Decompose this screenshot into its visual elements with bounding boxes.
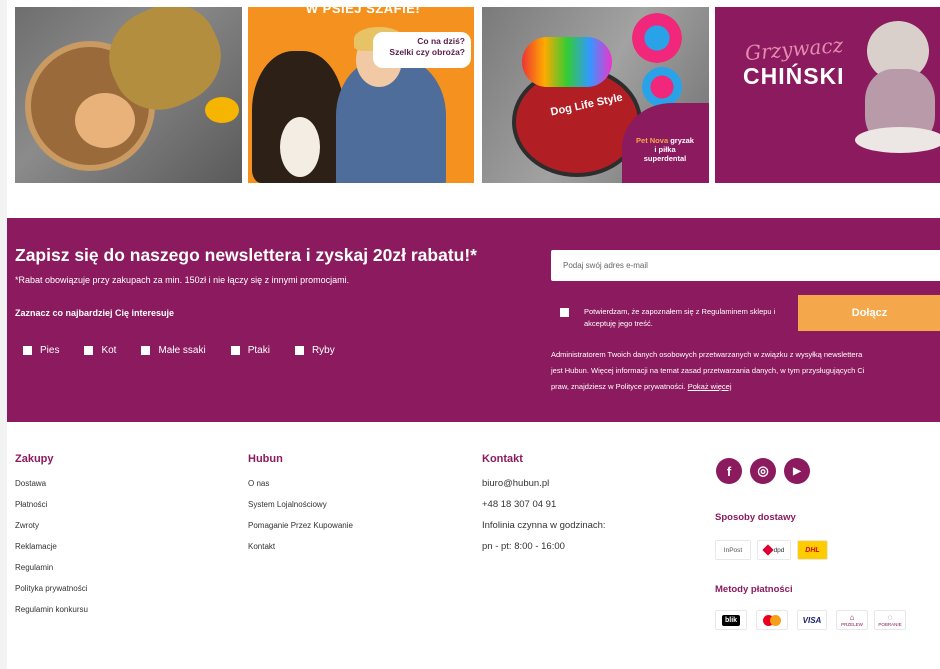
cod-icon: ◌	[887, 613, 893, 622]
promo-text-2: i piłka	[654, 145, 676, 154]
dhl-logo: DHL	[797, 540, 828, 560]
option-kot[interactable]: Kot	[84, 345, 116, 356]
breed-title: CHIŃSKI	[743, 63, 845, 89]
youtube-icon[interactable]: ▶	[784, 458, 810, 484]
newsletter-title: Zapisz się do naszego newslettera i zysk…	[15, 245, 477, 265]
option-label: Ptaki	[247, 345, 270, 356]
consent-text: Potwierdzam, że zapoznałem się z Regulam…	[584, 307, 776, 328]
left-rail	[0, 0, 7, 669]
footer-link-platnosci[interactable]: Płatności	[15, 500, 47, 509]
bank-icon: ⌂	[849, 613, 855, 622]
hours-label: Infolinia czynna w godzinach:	[482, 520, 606, 531]
shipping-title: Sposoby dostawy	[715, 512, 796, 523]
dpd-cube-icon	[761, 544, 774, 556]
promo-highlight: Pet Nova	[636, 136, 669, 145]
checkbox-icon[interactable]	[23, 346, 32, 355]
breed-script-text: Grzywacz	[744, 32, 845, 66]
dental-toy-banner[interactable]: Dog Life Style Pet Nova gryzak i piłka s…	[482, 7, 709, 183]
option-label: Kot	[101, 345, 117, 356]
checkbox-icon[interactable]	[84, 346, 94, 355]
interest-label: Zaznacz co najbardziej Cię interesuje	[15, 308, 175, 318]
footer-link-regulamin[interactable]: Regulamin	[15, 563, 53, 572]
option-ptaki[interactable]: Ptaki	[230, 345, 270, 356]
hours-value: pn - pt: 8:00 - 16:00	[482, 541, 565, 552]
consent-checkbox[interactable]: Potwierdzam, że zapoznałem się z Regulam…	[560, 306, 790, 330]
mastercard-orange-icon	[770, 614, 781, 626]
small-ball-image	[642, 67, 682, 107]
footer-link-lojalnosc[interactable]: System Lojalnościowy	[248, 500, 327, 509]
visa-logo: VISA	[797, 610, 827, 630]
option-label: Małe ssaki	[158, 345, 206, 356]
dpd-logo: dpd	[757, 540, 791, 560]
instagram-icon[interactable]: ◎	[750, 458, 776, 484]
option-ryby[interactable]: Ryby	[294, 345, 335, 356]
privacy-line-3: praw, znajdziesz w Polityce prywatności.	[551, 382, 686, 391]
dpd-text: dpd	[773, 546, 785, 554]
facebook-icon[interactable]: f	[716, 458, 742, 484]
footer-kontakt-title: Kontakt	[482, 453, 523, 465]
breed-banner[interactable]: Grzywacz CHIŃSKI	[715, 7, 940, 183]
option-label: Pies	[40, 345, 60, 356]
option-male-ssaki[interactable]: Małe ssaki	[141, 345, 206, 356]
plush-face-image	[75, 93, 135, 148]
harness-banner[interactable]: W PSIEJ SZAFIE! Co na dziś? Szelki czy o…	[248, 7, 474, 183]
show-more-link[interactable]: Pokaż więcej	[688, 382, 732, 391]
dhl-text: DHL	[805, 546, 820, 554]
duck-beak-image	[205, 97, 239, 123]
ball-toy-image	[632, 13, 682, 63]
contact-email[interactable]: biuro@hubun.pl	[482, 478, 549, 489]
checkbox-icon[interactable]	[294, 346, 304, 355]
footer-link-reklamacje[interactable]: Reklamacje	[15, 542, 57, 551]
footer-hubun-title: Hubun	[248, 453, 283, 465]
inpost-logo: InPost	[715, 540, 751, 560]
bubble-line-2: Szelki czy obroża?	[389, 47, 465, 57]
rainbow-toy-image	[522, 37, 612, 87]
banner-heading: W PSIEJ SZAFIE!	[305, 7, 421, 16]
newsletter-note: *Rabat obowiązuje przy zakupach za min. …	[15, 275, 350, 285]
footer-link-konkurs[interactable]: Regulamin konkursu	[15, 605, 88, 614]
footer-link-o-nas[interactable]: O nas	[248, 479, 269, 488]
option-pies[interactable]: Pies	[23, 345, 59, 356]
toys-banner[interactable]	[15, 7, 242, 183]
transfer-logo: ⌂ PRZELEW	[836, 610, 868, 630]
checkbox-icon[interactable]	[230, 346, 240, 355]
newsletter-section: Zapisz się do naszego newslettera i zysk…	[7, 218, 940, 422]
footer-link-dostawa[interactable]: Dostawa	[15, 479, 46, 488]
footer-link-pomaganie[interactable]: Pomaganie Przez Kupowanie	[248, 521, 353, 530]
cod-logo: ◌ POBRANIE	[874, 610, 906, 630]
privacy-notice: Administratorem Twoich danych osobowych …	[551, 347, 940, 395]
contact-phone[interactable]: +48 18 307 04 91	[482, 499, 556, 510]
blik-logo: blik	[715, 610, 747, 630]
checkbox-icon[interactable]	[141, 346, 151, 355]
cod-text: POBRANIE	[878, 622, 902, 627]
footer-zakupy-title: Zakupy	[15, 453, 54, 465]
crested-dog-legs-image	[855, 127, 940, 153]
dog-chest-image	[280, 117, 320, 177]
join-button[interactable]: Dołącz	[798, 295, 940, 331]
footer-link-zwroty[interactable]: Zwroty	[15, 521, 39, 530]
footer-link-kontakt[interactable]: Kontakt	[248, 542, 275, 551]
promo-text: Pet Nova gryzak i piłka superdental	[630, 136, 700, 163]
email-field[interactable]	[551, 250, 940, 281]
blik-text: blik	[721, 614, 741, 626]
transfer-text: PRZELEW	[841, 622, 863, 627]
promo-text-1: gryzak	[670, 136, 694, 145]
visa-text: VISA	[802, 615, 822, 625]
banner-row: W PSIEJ SZAFIE! Co na dziś? Szelki czy o…	[15, 7, 940, 183]
page: W PSIEJ SZAFIE! Co na dziś? Szelki czy o…	[0, 0, 940, 669]
inpost-text: InPost	[723, 546, 743, 554]
bubble-line-1: Co na dziś?	[417, 36, 465, 46]
promo-text-3: superdental	[643, 154, 687, 163]
privacy-line-1: Administratorem Twoich danych osobowych …	[551, 350, 863, 359]
checkbox-icon[interactable]	[560, 308, 569, 317]
mastercard-logo	[756, 610, 788, 630]
speech-bubble: Co na dziś? Szelki czy obroża?	[373, 32, 471, 68]
option-label: Ryby	[311, 345, 335, 356]
interest-options: Pies Kot Małe ssaki Ptaki Ryby	[23, 345, 360, 356]
footer-link-polityka[interactable]: Polityka prywatności	[15, 584, 87, 593]
payment-title: Metody płatności	[715, 584, 793, 595]
privacy-line-2: jest Hubun. Więcej informacji na temat z…	[551, 366, 865, 375]
